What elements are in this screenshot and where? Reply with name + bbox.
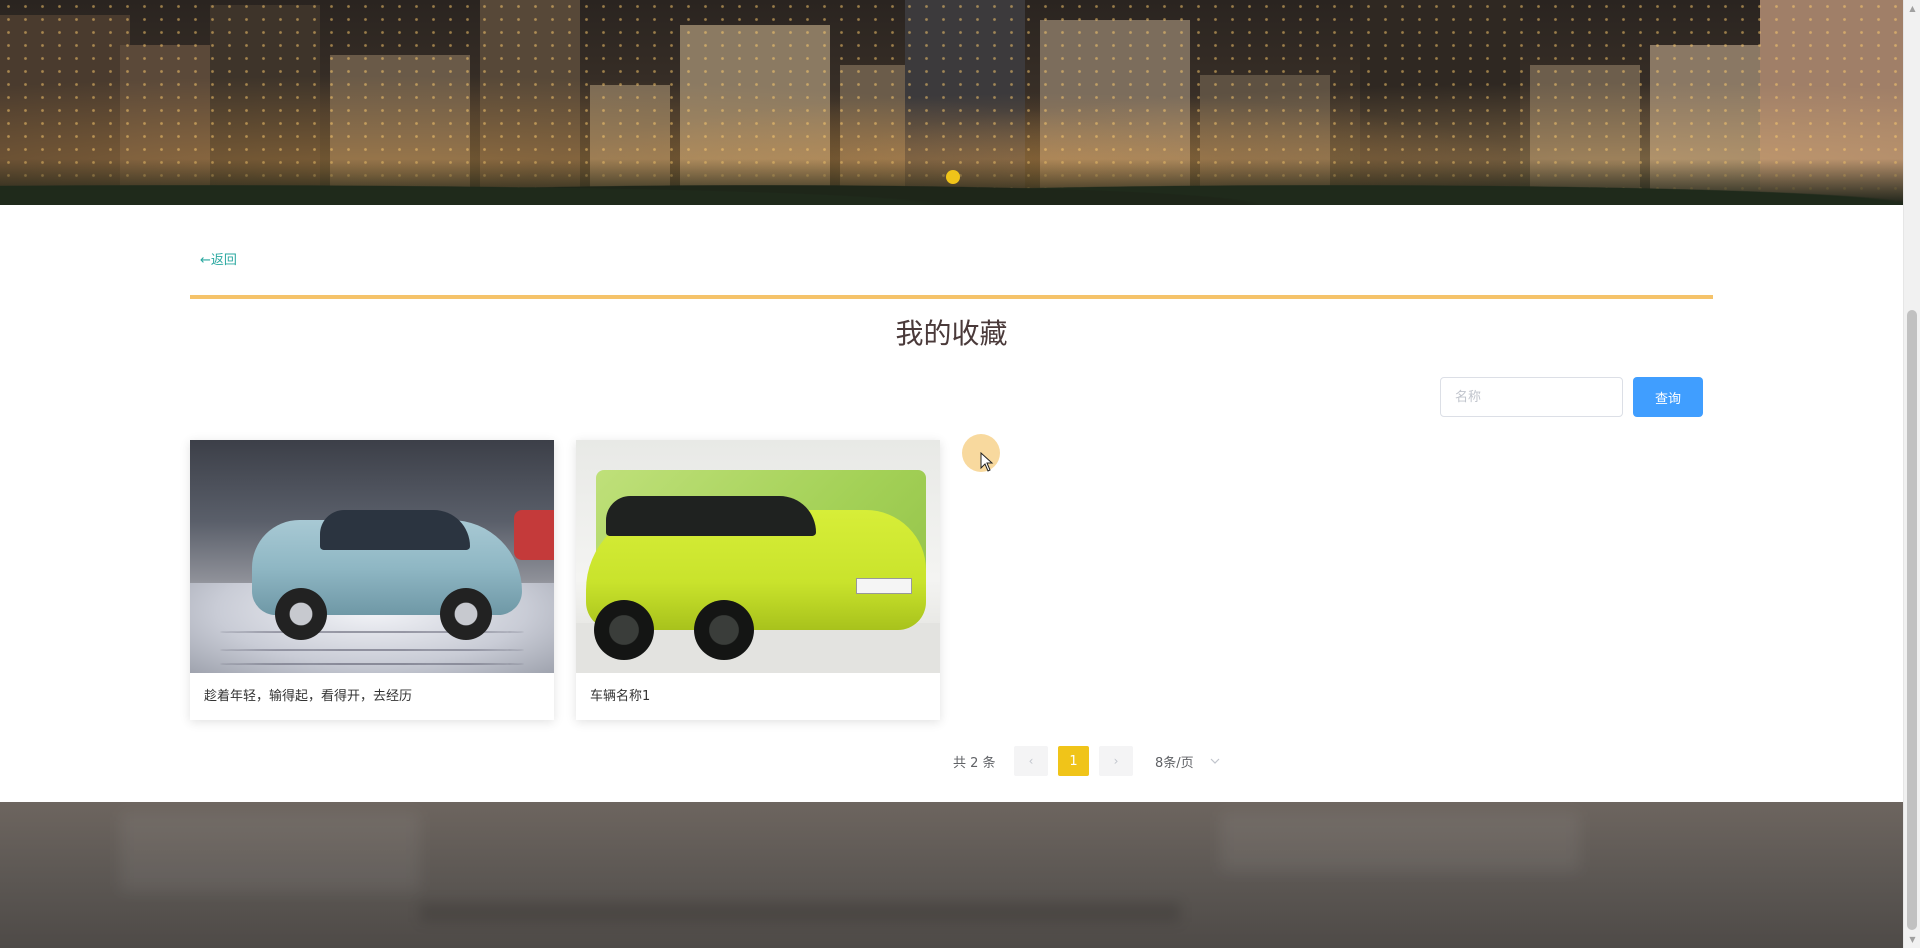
search-button[interactable]: 查询 [1633,377,1703,417]
footer [0,802,1903,948]
title-divider [190,295,1713,299]
back-link[interactable]: ←返回 [200,249,237,268]
card-caption: 车辆名称1 [590,689,651,704]
chevron-left-icon: ‹ [1028,754,1034,768]
page-size-label: 8条/页 [1155,755,1194,771]
pagination-next-button[interactable]: › [1099,746,1133,776]
pagination-page-1[interactable]: 1 [1058,746,1089,776]
vertical-scrollbar[interactable]: ▲ ▼ [1903,0,1920,948]
scrollbar-thumb[interactable] [1907,310,1917,930]
carousel-indicator[interactable] [946,170,960,184]
hero-banner [0,0,1903,205]
name-search-input[interactable] [1440,377,1623,417]
favorite-card[interactable]: 趁着年轻，输得起，看得开，去经历 [190,440,554,720]
favorite-card[interactable]: 车辆名称1 [576,440,940,720]
mouse-cursor-icon [980,452,994,472]
car-image [576,440,940,673]
scroll-up-arrow-icon[interactable]: ▲ [1904,0,1920,17]
car-image [190,440,554,673]
pagination-total: 共 2 条 [953,756,996,771]
pagination-prev-button[interactable]: ‹ [1014,746,1048,776]
page-size-select[interactable]: 8条/页 [1155,746,1241,776]
scroll-down-arrow-icon[interactable]: ▼ [1904,931,1920,948]
chevron-down-icon [1210,756,1220,767]
card-caption: 趁着年轻，输得起，看得开，去经历 [204,689,413,704]
chevron-right-icon: › [1113,754,1119,768]
page-title: 我的收藏 [895,317,1008,350]
